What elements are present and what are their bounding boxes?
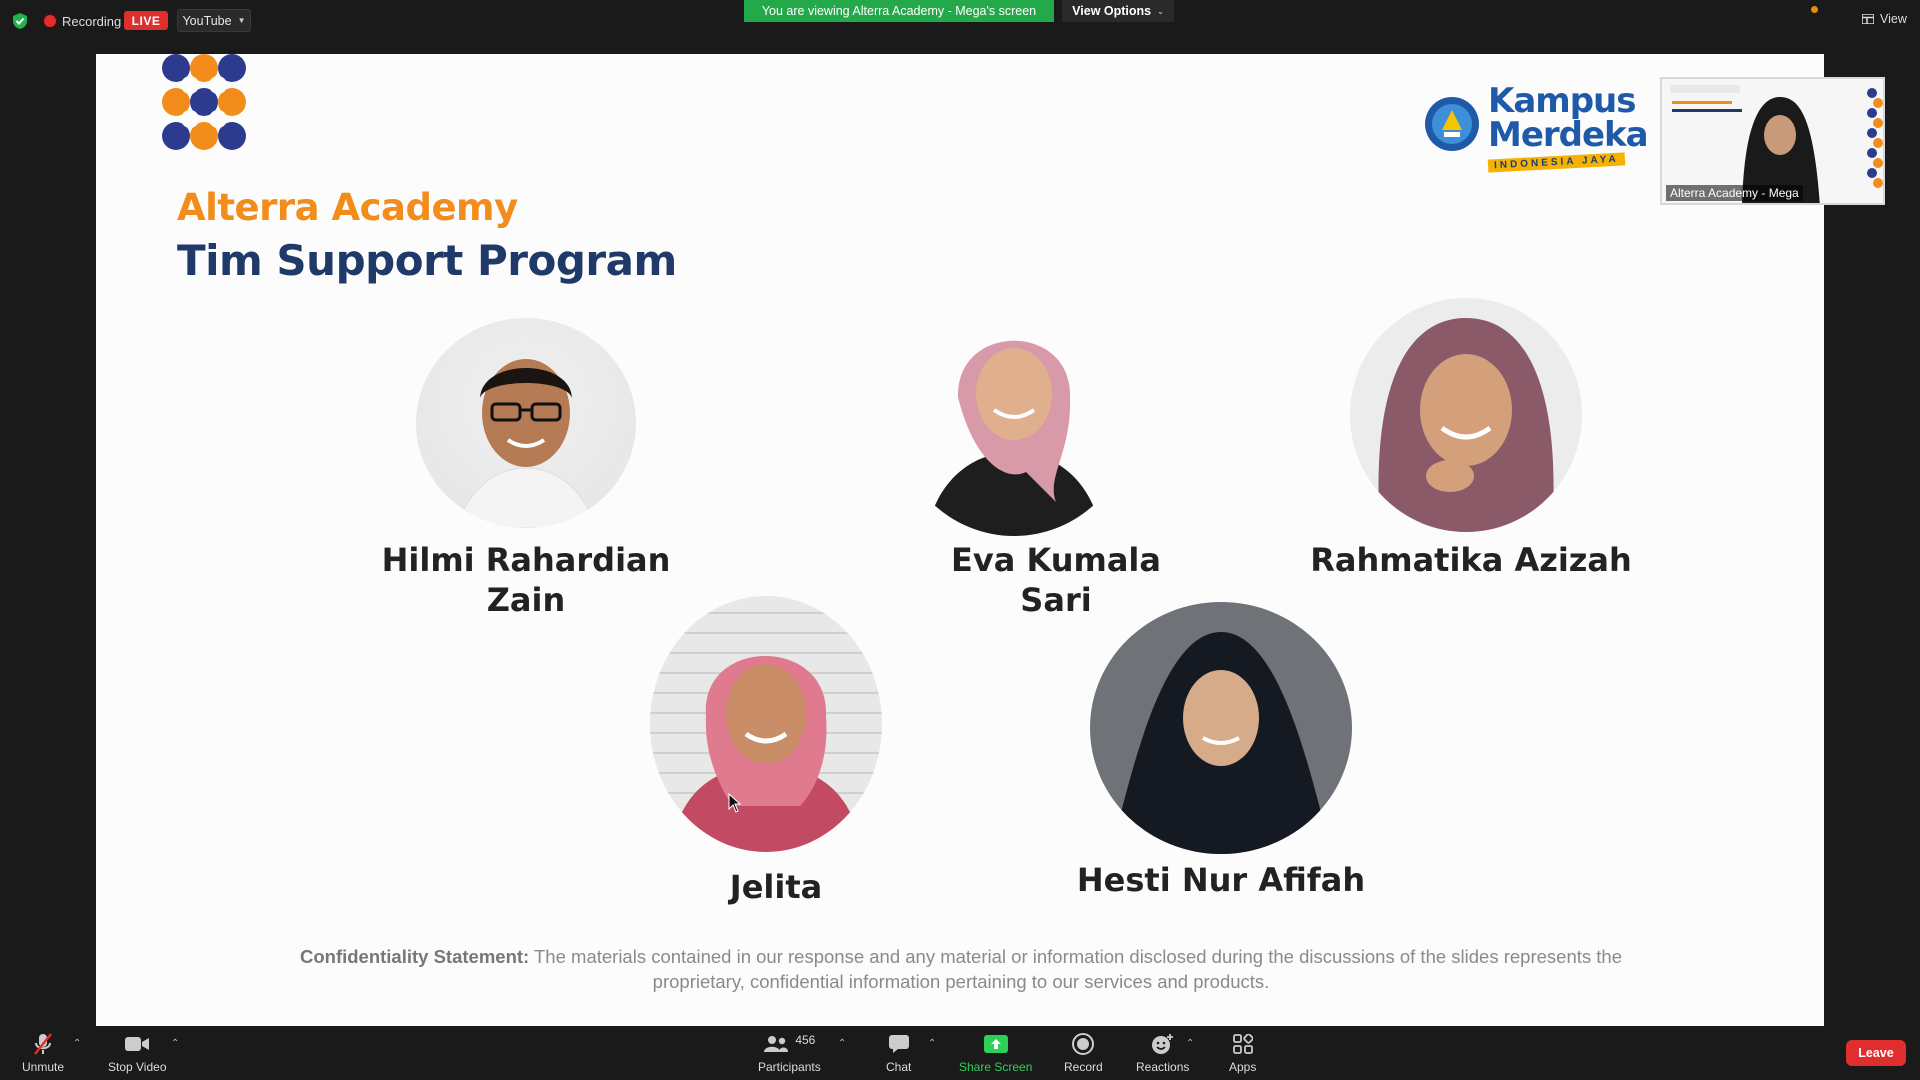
recording-label: Recording	[62, 13, 122, 29]
slide-title-program: Tim Support Program	[177, 236, 677, 285]
view-options-button[interactable]: View Options ⌄	[1062, 0, 1174, 22]
recording-dot-icon	[44, 15, 56, 27]
person-name-hilmi: Hilmi Rahardian Zain	[366, 540, 686, 620]
avatar-photo	[650, 596, 882, 852]
avatar-photo	[1350, 298, 1582, 532]
person-name-line1: Rahmatika Azizah	[1310, 541, 1632, 579]
leave-meeting-button[interactable]: Leave	[1846, 1040, 1906, 1066]
person-name-line2: Zain	[486, 581, 566, 619]
participants-button[interactable]: 456 Participants	[758, 1032, 821, 1074]
confidentiality-label: Confidentiality Statement:	[299, 946, 530, 967]
chat-bubble-icon	[888, 1035, 909, 1053]
microphone-muted-icon	[34, 1033, 52, 1055]
reactions-button[interactable]: Reactions	[1136, 1032, 1189, 1074]
presenter-name-label: Alterra Academy - Mega	[1666, 185, 1803, 201]
audio-options-chevron-icon[interactable]: ⌃	[73, 1038, 81, 1049]
chat-options-chevron-icon[interactable]: ⌃	[928, 1038, 936, 1049]
participants-icon	[764, 1036, 789, 1052]
view-options-label: View Options	[1072, 4, 1152, 18]
viewing-banner: You are viewing Alterra Academy - Mega's…	[744, 0, 1054, 22]
participants-count: 456	[795, 1033, 816, 1047]
kampus-merdeka-logo: Kampus Merdeka INDONESIA JAYA	[1487, 81, 1649, 173]
person-name-line1: Eva Kumala	[951, 541, 1161, 579]
chevron-down-icon: ▼	[237, 16, 246, 25]
smiley-add-icon	[1151, 1034, 1173, 1054]
reactions-label: Reactions	[1136, 1060, 1190, 1074]
live-badge[interactable]: LIVE	[124, 11, 168, 30]
video-options-chevron-icon[interactable]: ⌃	[171, 1038, 179, 1049]
unmute-label: Unmute	[22, 1060, 65, 1074]
participants-options-chevron-icon[interactable]: ⌃	[838, 1038, 846, 1049]
person-name-hesti: Hesti Nur Afifah	[1056, 860, 1386, 900]
notification-dot-icon	[1811, 6, 1818, 13]
record-button[interactable]: Record	[1064, 1032, 1103, 1074]
person-silhouette-icon	[670, 656, 862, 852]
person-name-line1: Jelita	[729, 868, 823, 906]
recording-indicator[interactable]: Recording	[44, 12, 121, 30]
stop-video-button[interactable]: Stop Video	[108, 1032, 167, 1074]
person-silhouette-icon	[926, 340, 1102, 536]
person-silhouette-icon	[1378, 318, 1554, 532]
confidentiality-statement: Confidentiality Statement: The materials…	[296, 944, 1626, 994]
stream-target-label: YouTube	[182, 13, 232, 28]
avatar-photo	[1090, 602, 1352, 854]
meeting-top-bar: Recording LIVE YouTube ▼ You are viewing…	[0, 0, 1920, 54]
share-screen-button[interactable]: Share Screen	[959, 1032, 1032, 1074]
reactions-options-chevron-icon[interactable]: ⌃	[1186, 1038, 1194, 1049]
view-layout-button[interactable]: View	[1862, 10, 1907, 28]
alterra-logo-icon	[162, 54, 246, 150]
stream-target-dropdown[interactable]: YouTube ▼	[177, 9, 251, 32]
participants-label: Participants	[758, 1060, 821, 1074]
apps-grid-icon	[1232, 1034, 1253, 1054]
slide-title-org: Alterra Academy	[177, 186, 518, 229]
avatar-photo	[416, 318, 636, 528]
chat-label: Chat	[886, 1060, 912, 1074]
chat-button[interactable]: Chat	[886, 1032, 911, 1074]
km-logo-ribbon: INDONESIA JAYA	[1487, 152, 1626, 173]
person-name-eva: Eva Kumala Sari	[896, 540, 1216, 620]
confidentiality-text: The materials contained in our response …	[529, 946, 1622, 992]
video-camera-icon	[125, 1037, 150, 1051]
meeting-controls-toolbar: Unmute ⌃ Stop Video ⌃ 456 Participants ⌃	[0, 1026, 1920, 1080]
apps-button[interactable]: Apps	[1229, 1032, 1256, 1074]
record-label: Record	[1064, 1060, 1103, 1074]
stop-video-label: Stop Video	[108, 1060, 167, 1074]
chevron-down-icon: ⌄	[1157, 6, 1164, 16]
person-name-rahmatika: Rahmatika Azizah	[1306, 540, 1636, 580]
view-label: View	[1880, 12, 1907, 26]
person-silhouette-icon	[455, 359, 597, 528]
person-name-line1: Hilmi Rahardian	[381, 541, 671, 579]
share-screen-label: Share Screen	[959, 1060, 1033, 1074]
avatar-photo	[896, 302, 1132, 536]
record-icon	[1072, 1033, 1095, 1055]
person-name-jelita: Jelita	[696, 867, 856, 907]
presenter-video-thumbnail[interactable]: Alterra Academy - Mega	[1660, 77, 1885, 205]
security-shield-icon[interactable]	[12, 12, 28, 30]
grid-layout-icon	[1862, 14, 1874, 24]
apps-label: Apps	[1229, 1060, 1257, 1074]
person-name-line1: Hesti Nur Afifah	[1076, 861, 1366, 899]
person-silhouette-icon	[1110, 632, 1332, 854]
unmute-button[interactable]: Unmute	[22, 1032, 64, 1074]
km-logo-line1: Kampus	[1488, 81, 1637, 121]
share-screen-arrow-icon	[983, 1035, 1008, 1053]
shared-screen-slide: Kampus Merdeka INDONESIA JAYA Alterra Ac…	[96, 54, 1824, 1026]
km-logo-line2: Merdeka	[1488, 115, 1649, 155]
mouse-cursor-icon	[728, 793, 742, 813]
tut-wuri-handayani-emblem-icon	[1425, 97, 1479, 151]
